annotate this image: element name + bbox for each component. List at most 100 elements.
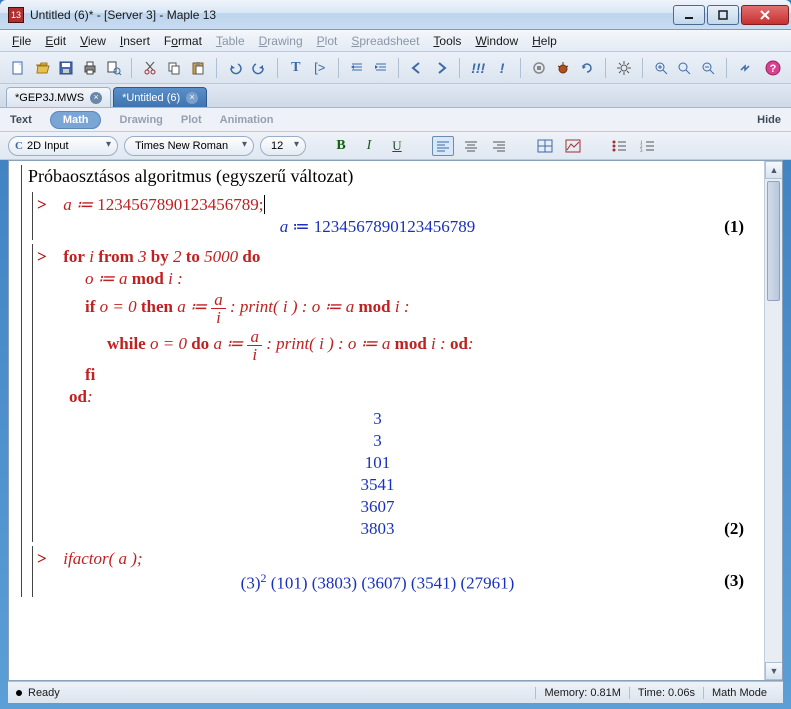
zoom-out-icon[interactable] bbox=[698, 58, 718, 78]
insert-plot-icon[interactable] bbox=[562, 136, 584, 156]
redo-icon[interactable] bbox=[249, 58, 269, 78]
menu-table: Table bbox=[210, 32, 251, 50]
menubar: File Edit View Insert Format Table Drawi… bbox=[0, 30, 791, 52]
text-mode-icon[interactable]: T bbox=[286, 58, 306, 78]
undo-icon[interactable] bbox=[225, 58, 245, 78]
help-icon[interactable]: ? bbox=[763, 58, 783, 78]
align-center-button[interactable] bbox=[460, 136, 482, 156]
status-bar: Ready Memory: 0.81M Time: 0.06s Math Mod… bbox=[8, 681, 783, 703]
new-icon[interactable] bbox=[8, 58, 28, 78]
tab-untitled6[interactable]: *Untitled (6) × bbox=[113, 87, 207, 107]
main-toolbar: T [> !!! ! ? bbox=[0, 52, 791, 84]
stop-icon[interactable] bbox=[529, 58, 549, 78]
menu-tools[interactable]: Tools bbox=[427, 32, 467, 50]
tab-gep3j[interactable]: *GEP3J.MWS × bbox=[6, 87, 111, 107]
italic-button[interactable]: I bbox=[358, 136, 380, 156]
save-icon[interactable] bbox=[56, 58, 76, 78]
input-loop-od[interactable]: od: bbox=[69, 387, 93, 406]
align-left-button[interactable] bbox=[432, 136, 454, 156]
status-ready: Ready bbox=[28, 687, 60, 699]
prompt-icon: > bbox=[37, 247, 59, 267]
status-mode: Math Mode bbox=[703, 687, 775, 699]
menu-view[interactable]: View bbox=[74, 32, 112, 50]
app-icon: 13 bbox=[8, 7, 24, 23]
copy-icon[interactable] bbox=[164, 58, 184, 78]
menu-edit[interactable]: Edit bbox=[39, 32, 72, 50]
loop-output-5: 3803 (2) bbox=[37, 518, 758, 540]
restart-icon[interactable] bbox=[577, 58, 597, 78]
outdent-icon[interactable] bbox=[347, 58, 367, 78]
scroll-up-icon[interactable]: ▲ bbox=[765, 161, 783, 179]
input-loop-head[interactable]: for i from 3 by 2 to 5000 do bbox=[63, 247, 260, 266]
prompt-icon: > bbox=[37, 549, 59, 569]
back-icon[interactable] bbox=[407, 58, 427, 78]
insert-table-icon[interactable] bbox=[534, 136, 556, 156]
ctx-animation: Animation bbox=[220, 114, 274, 126]
size-combo[interactable]: 12 bbox=[260, 136, 306, 156]
forward-icon[interactable] bbox=[431, 58, 451, 78]
zoom-in-icon[interactable] bbox=[651, 58, 671, 78]
format-bar: C2D Input Times New Roman 12 B I U 123 bbox=[0, 132, 791, 160]
ctx-text[interactable]: Text bbox=[10, 114, 32, 126]
execute-all-icon[interactable]: !!! bbox=[468, 58, 488, 78]
style-combo[interactable]: C2D Input bbox=[8, 136, 118, 156]
print-icon[interactable] bbox=[80, 58, 100, 78]
number-list-icon[interactable]: 123 bbox=[636, 136, 658, 156]
loop-output-1: 3 bbox=[37, 430, 758, 452]
context-bar: Text Math Drawing Plot Animation Hide bbox=[0, 108, 791, 132]
ctx-plot: Plot bbox=[181, 114, 202, 126]
input-3[interactable]: ifactor( a ); bbox=[63, 549, 142, 568]
input-loop-fi[interactable]: fi bbox=[85, 365, 95, 384]
input-1[interactable]: a ≔ 1234567890123456789; bbox=[63, 195, 263, 214]
tab-close-icon[interactable]: × bbox=[90, 92, 102, 104]
indent-icon[interactable] bbox=[371, 58, 391, 78]
text-cursor bbox=[264, 195, 265, 214]
menu-window[interactable]: Window bbox=[469, 32, 524, 50]
ctx-hide[interactable]: Hide bbox=[757, 114, 781, 126]
align-right-button[interactable] bbox=[488, 136, 510, 156]
input-loop-l2[interactable]: if o = 0 then a ≔ ai : print( i ) : o ≔ … bbox=[85, 297, 410, 316]
font-combo[interactable]: Times New Roman bbox=[124, 136, 254, 156]
underline-button[interactable]: U bbox=[386, 136, 408, 156]
svg-text:3: 3 bbox=[640, 149, 643, 153]
maximize-button[interactable] bbox=[707, 5, 739, 25]
toggle-icon[interactable] bbox=[735, 58, 755, 78]
exec-group-3: > ifactor( a ); (3)2 (101) (3803) (3607)… bbox=[32, 546, 758, 597]
input-loop-l1[interactable]: o ≔ a mod i : bbox=[85, 269, 183, 288]
menu-insert[interactable]: Insert bbox=[114, 32, 156, 50]
close-button[interactable] bbox=[741, 5, 789, 25]
open-icon[interactable] bbox=[32, 58, 52, 78]
input-loop-l3[interactable]: while o = 0 do a ≔ ai : print( i ) : o ≔… bbox=[107, 334, 474, 353]
status-memory: Memory: 0.81M bbox=[535, 687, 628, 699]
debug-icon[interactable] bbox=[553, 58, 573, 78]
scroll-track[interactable] bbox=[765, 303, 782, 662]
status-dot-icon bbox=[16, 690, 22, 696]
scroll-down-icon[interactable]: ▼ bbox=[765, 662, 783, 680]
vertical-scrollbar[interactable]: ▲ ▼ bbox=[764, 161, 782, 680]
output-1: a ≔ 1234567890123456789 (1) bbox=[37, 216, 758, 238]
document-body[interactable]: Próbaosztásos algoritmus (egyszerű válto… bbox=[9, 161, 764, 680]
print-preview-icon[interactable] bbox=[104, 58, 124, 78]
bold-button[interactable]: B bbox=[330, 136, 352, 156]
scroll-thumb[interactable] bbox=[767, 181, 780, 301]
cut-icon[interactable] bbox=[140, 58, 160, 78]
minimize-button[interactable] bbox=[673, 5, 705, 25]
execute-one-icon[interactable]: ! bbox=[492, 58, 512, 78]
eq-label-2: (2) bbox=[724, 519, 744, 539]
paste-icon[interactable] bbox=[188, 58, 208, 78]
document-tabs: *GEP3J.MWS × *Untitled (6) × bbox=[0, 84, 791, 108]
tab-close-icon[interactable]: × bbox=[186, 92, 198, 104]
menu-file[interactable]: File bbox=[6, 32, 37, 50]
settings-icon[interactable] bbox=[614, 58, 634, 78]
zoom-actual-icon[interactable] bbox=[674, 58, 694, 78]
menu-format[interactable]: Format bbox=[158, 32, 208, 50]
bullet-list-icon[interactable] bbox=[608, 136, 630, 156]
tab-label: *Untitled (6) bbox=[122, 92, 180, 104]
menu-plot: Plot bbox=[311, 32, 344, 50]
doc-title: Próbaosztásos algoritmus (egyszerű válto… bbox=[28, 165, 758, 188]
menu-help[interactable]: Help bbox=[526, 32, 563, 50]
ctx-math[interactable]: Math bbox=[50, 111, 102, 129]
math-mode-icon[interactable]: [> bbox=[310, 58, 330, 78]
loop-output-4: 3607 bbox=[37, 496, 758, 518]
output-3: (3)2 (101) (3803) (3607) (3541) (27961) … bbox=[37, 570, 758, 595]
